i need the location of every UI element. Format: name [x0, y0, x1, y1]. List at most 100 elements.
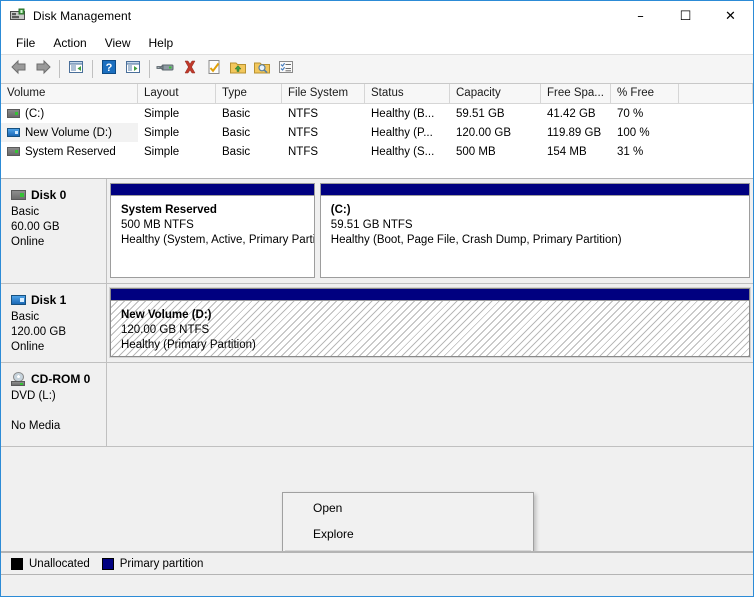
cell-layout: Simple	[138, 123, 216, 142]
partition-status: Healthy (Boot, Page File, Crash Dump, Pr…	[331, 233, 749, 248]
window-title: Disk Management	[33, 9, 131, 23]
context-menu-item-explore[interactable]: Explore	[283, 521, 533, 547]
delete-button[interactable]	[178, 58, 202, 81]
cell-layout: Simple	[138, 142, 216, 161]
menu-file[interactable]: File	[7, 33, 44, 53]
column-header-status[interactable]: Status	[365, 84, 450, 104]
cell-capacity: 500 MB	[450, 142, 541, 161]
disk-info-disk-1[interactable]: Disk 1 Basic 120.00 GB Online	[1, 284, 107, 362]
detail-view-button[interactable]	[274, 58, 298, 81]
disk-management-window: Disk Management – ☐ ✕ File Action View H…	[0, 0, 754, 597]
spacer	[11, 404, 106, 419]
up-one-level-icon	[67, 59, 85, 80]
drive-icon	[7, 147, 20, 156]
search-button[interactable]	[250, 58, 274, 81]
disk-icon-selected	[11, 295, 26, 305]
cell-file-system: NTFS	[282, 104, 365, 123]
export-button[interactable]	[226, 58, 250, 81]
volume-list-header: Volume Layout Type File System Status Ca…	[1, 84, 753, 104]
help-button[interactable]: ?	[97, 58, 121, 81]
column-header-free-space[interactable]: Free Spa...	[541, 84, 611, 104]
menu-action[interactable]: Action	[44, 33, 95, 53]
partition-c-drive[interactable]: (C:) 59.51 GB NTFS Healthy (Boot, Page F…	[320, 183, 750, 278]
column-header-percent-free[interactable]: % Free	[611, 84, 679, 104]
partition-system-reserved[interactable]: System Reserved 500 MB NTFS Healthy (Sys…	[110, 183, 315, 278]
cell-volume[interactable]: System Reserved	[1, 142, 138, 161]
partition-name: System Reserved	[121, 203, 314, 218]
partition-body: (C:) 59.51 GB NTFS Healthy (Boot, Page F…	[321, 196, 749, 277]
partition-size-fs: 500 MB NTFS	[121, 218, 314, 233]
detail-view-icon	[277, 59, 295, 80]
partition-color-bar	[111, 184, 314, 196]
partition-status: Healthy (Primary Partition)	[121, 338, 749, 353]
disk-name-label: Disk 0	[31, 188, 66, 202]
column-header-filler	[679, 84, 753, 104]
status-bar	[1, 574, 753, 596]
disk-state: Online	[11, 235, 106, 250]
back-button[interactable]	[7, 58, 31, 81]
partition-body: System Reserved 500 MB NTFS Healthy (Sys…	[111, 196, 314, 277]
legend-swatch-unallocated	[11, 558, 23, 570]
table-row[interactable]: (C:) Simple Basic NTFS Healthy (B... 59.…	[1, 104, 753, 123]
disk-row-disk-1[interactable]: Disk 1 Basic 120.00 GB Online New Volume…	[1, 284, 753, 363]
disk-row-cdrom-0[interactable]: CD-ROM 0 DVD (L:) No Media	[1, 363, 753, 447]
context-menu-item-open[interactable]: Open	[283, 495, 533, 521]
disk-size: 60.00 GB	[11, 220, 106, 235]
back-icon	[10, 59, 28, 80]
close-button[interactable]: ✕	[708, 1, 753, 31]
partition-name: New Volume (D:)	[121, 308, 749, 323]
disk-size: 120.00 GB	[11, 325, 106, 340]
close-icon: ✕	[725, 10, 736, 23]
cell-percent-free: 31 %	[611, 142, 679, 161]
menu-view[interactable]: View	[96, 33, 140, 53]
toolbar-separator	[149, 60, 150, 78]
disk-bar-disk-1: New Volume (D:) 120.00 GB NTFS Healthy (…	[107, 284, 753, 362]
table-row[interactable]: New Volume (D:) Simple Basic NTFS Health…	[1, 123, 753, 142]
cell-volume-label: System Reserved	[25, 146, 116, 158]
minimize-button[interactable]: –	[618, 1, 663, 31]
column-header-type[interactable]: Type	[216, 84, 282, 104]
cell-capacity: 120.00 GB	[450, 123, 541, 142]
disk-title: Disk 1	[11, 293, 106, 307]
drive-icon-selected	[7, 128, 20, 137]
column-header-layout[interactable]: Layout	[138, 84, 216, 104]
cell-percent-free: 70 %	[611, 104, 679, 123]
cell-free-space: 41.42 GB	[541, 104, 611, 123]
legend: Unallocated Primary partition	[1, 552, 753, 574]
show-console-tree-icon	[124, 59, 142, 80]
volume-list-rows: (C:) Simple Basic NTFS Healthy (B... 59.…	[1, 104, 753, 178]
legend-item-unallocated: Unallocated	[11, 558, 90, 570]
maximize-button[interactable]: ☐	[663, 1, 708, 31]
disk-info-cdrom-0[interactable]: CD-ROM 0 DVD (L:) No Media	[1, 363, 107, 446]
menu-help[interactable]: Help	[140, 33, 183, 53]
disk-title: CD-ROM 0	[11, 372, 106, 386]
partition-color-bar	[321, 184, 749, 196]
partition-new-volume[interactable]: New Volume (D:) 120.00 GB NTFS Healthy (…	[110, 288, 750, 357]
cell-file-system: NTFS	[282, 123, 365, 142]
column-header-file-system[interactable]: File System	[282, 84, 365, 104]
legend-item-primary-partition: Primary partition	[102, 558, 204, 570]
up-one-level-button[interactable]	[64, 58, 88, 81]
help-icon: ?	[101, 59, 117, 80]
disk-icon	[11, 190, 26, 200]
column-header-capacity[interactable]: Capacity	[450, 84, 541, 104]
forward-button[interactable]	[31, 58, 55, 81]
show-console-tree-button[interactable]	[121, 58, 145, 81]
partition-size-fs: 120.00 GB NTFS	[121, 323, 749, 338]
drive-icon	[7, 109, 20, 118]
disk-row-disk-0[interactable]: Disk 0 Basic 60.00 GB Online System Rese…	[1, 179, 753, 284]
table-row[interactable]: System Reserved Simple Basic NTFS Health…	[1, 142, 753, 161]
svg-text:?: ?	[106, 62, 113, 74]
disk-info-disk-0[interactable]: Disk 0 Basic 60.00 GB Online	[1, 179, 107, 283]
cell-layout: Simple	[138, 104, 216, 123]
cell-volume[interactable]: New Volume (D:)	[1, 123, 138, 142]
properties-button[interactable]	[154, 58, 178, 81]
cell-volume[interactable]: (C:)	[1, 104, 138, 123]
partition-status: Healthy (System, Active, Primary Partit	[121, 233, 314, 248]
menu-bar: File Action View Help	[1, 31, 753, 55]
column-header-volume[interactable]: Volume	[1, 84, 138, 104]
disk-type: Basic	[11, 205, 106, 220]
disk-management-icon	[10, 8, 26, 24]
partition-body: New Volume (D:) 120.00 GB NTFS Healthy (…	[111, 301, 749, 356]
check-button[interactable]	[202, 58, 226, 81]
